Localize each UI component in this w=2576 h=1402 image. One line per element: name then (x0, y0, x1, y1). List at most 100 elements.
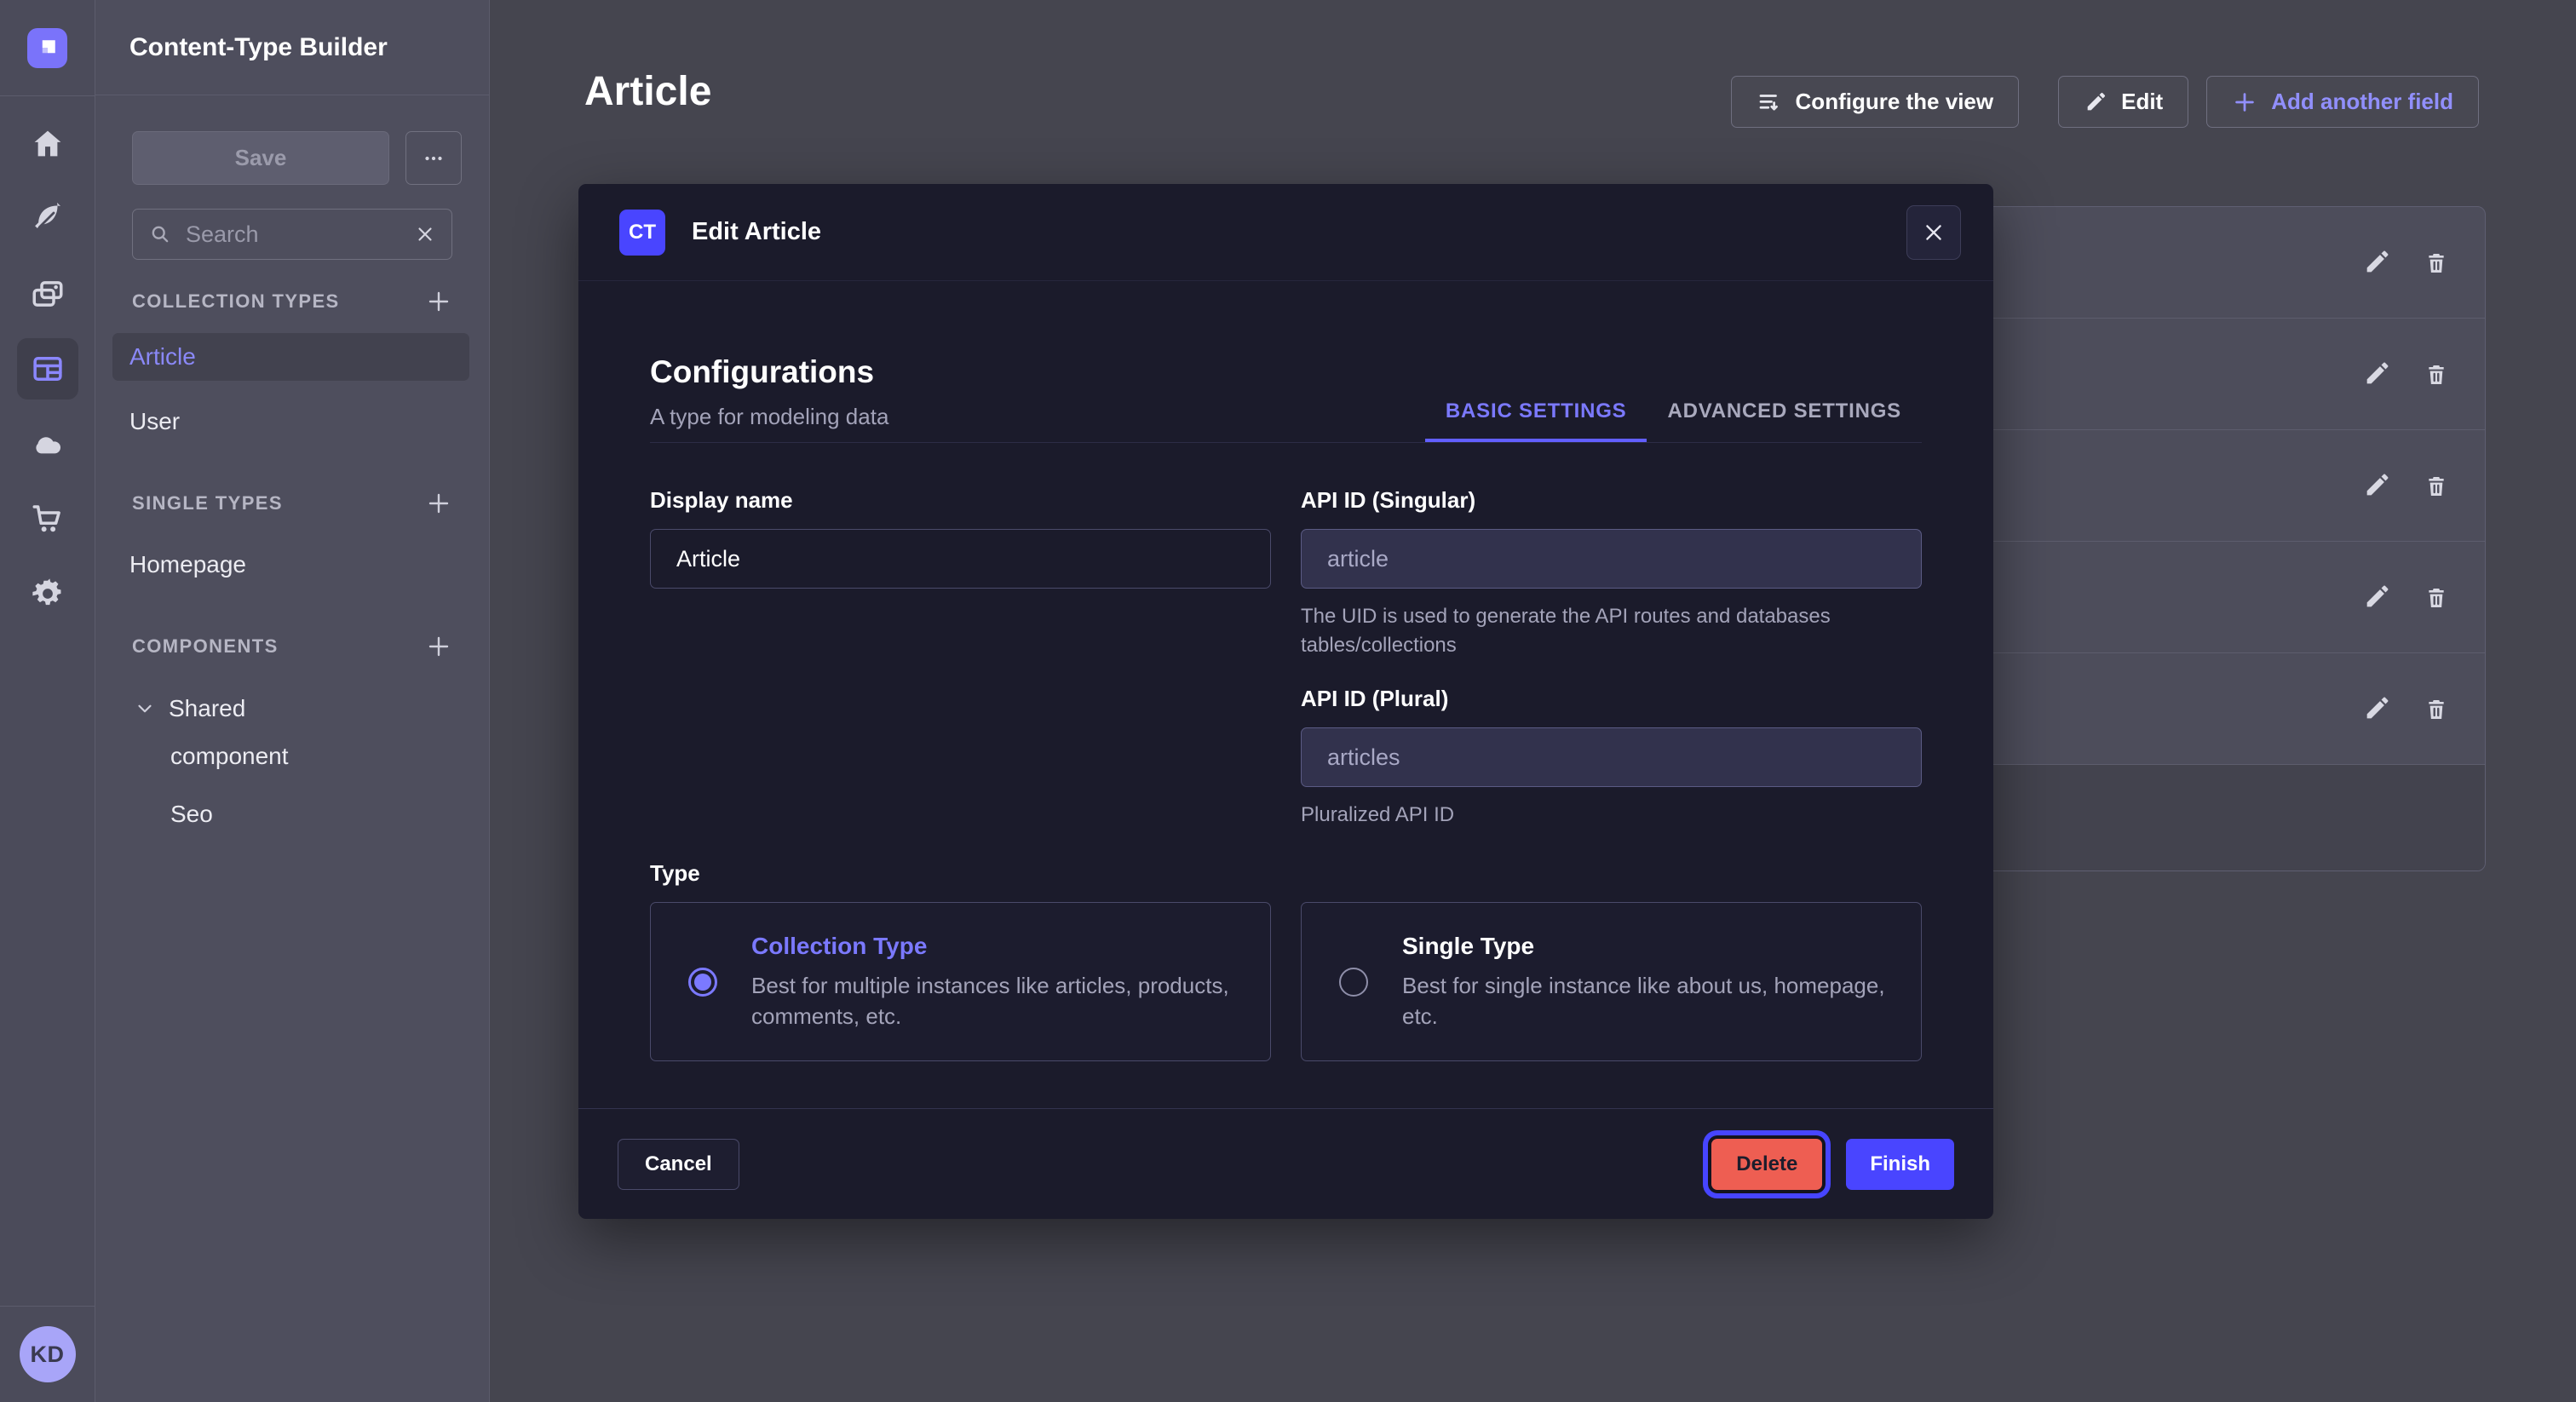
display-name-input[interactable] (650, 529, 1271, 589)
sidebar-group-shared[interactable]: Shared (95, 685, 489, 733)
plus-icon (425, 288, 452, 315)
user-avatar[interactable]: KD (20, 1326, 76, 1382)
display-name-label: Display name (650, 487, 1271, 514)
content-type-builder-sidebar: Content-Type Builder Save COLLECTION TYP… (95, 0, 490, 1402)
type-option-text: Collection Type Best for multiple instan… (751, 933, 1245, 1031)
more-button[interactable] (405, 131, 462, 185)
api-id-singular-field: API ID (Singular) The UID is used to gen… (1301, 487, 1922, 660)
components-label: COMPONENTS (132, 635, 279, 658)
footer-actions: Delete Finish (1711, 1139, 1954, 1190)
edit-field-pencil-icon[interactable] (2362, 359, 2391, 388)
page-title: Article (584, 68, 711, 115)
finish-button[interactable]: Finish (1846, 1139, 1954, 1190)
content-type-builder-icon[interactable] (17, 338, 78, 399)
settings-gear-icon[interactable] (17, 563, 78, 624)
sidebar-header: Content-Type Builder (95, 0, 489, 95)
configurations-heading-block: Configurations A type for modeling data (650, 354, 888, 442)
radio-unselected-icon[interactable] (1339, 968, 1368, 997)
single-types-section-header: SINGLE TYPES (132, 491, 452, 516)
nav-rail: KD (0, 0, 95, 1402)
save-button[interactable]: Save (132, 131, 389, 185)
add-collection-type-button[interactable] (425, 288, 452, 315)
sidebar-item-homepage[interactable]: Homepage (95, 541, 489, 589)
sidebar-item-component[interactable]: component (95, 733, 489, 780)
delete-field-trash-icon[interactable] (2423, 360, 2450, 388)
form-column-left: Display name (650, 487, 1271, 830)
type-options: Collection Type Best for multiple instan… (650, 902, 1922, 1061)
api-id-plural-label: API ID (Plural) (1301, 686, 1922, 712)
api-id-singular-hint: The UID is used to generate the API rout… (1301, 602, 1922, 660)
sidebar-item-user[interactable]: User (95, 398, 489, 445)
api-id-singular-input[interactable] (1301, 529, 1922, 589)
toolbar: Configure the view Edit Add another fiel… (1731, 76, 2479, 128)
collection-types-label: COLLECTION TYPES (132, 290, 340, 313)
sidebar-item-seo[interactable]: Seo (95, 790, 489, 838)
basic-settings-form: Display name API ID (Singular) The UID i… (650, 487, 1922, 830)
modal-header: CT Edit Article (578, 184, 1993, 281)
clear-search-icon[interactable] (414, 223, 436, 245)
configure-view-button[interactable]: Configure the view (1731, 76, 2020, 128)
save-row: Save (132, 131, 462, 185)
tab-basic-settings[interactable]: BASIC SETTINGS (1425, 399, 1647, 442)
pencil-icon (2084, 90, 2107, 114)
radio-selected-icon[interactable] (688, 968, 717, 997)
tabs-divider (650, 442, 1922, 443)
search-icon (148, 222, 172, 246)
add-single-type-button[interactable] (425, 490, 452, 517)
delete-field-trash-icon[interactable] (2423, 583, 2450, 611)
tab-advanced-settings[interactable]: ADVANCED SETTINGS (1647, 399, 1922, 442)
modal-body: Configurations A type for modeling data … (578, 281, 1993, 1061)
api-id-plural-field: API ID (Plural) Pluralized API ID (1301, 686, 1922, 830)
delete-field-trash-icon[interactable] (2423, 249, 2450, 276)
rail-footer: KD (0, 1306, 95, 1402)
collection-type-description: Best for multiple instances like article… (751, 970, 1245, 1031)
rail-header (0, 0, 95, 96)
delete-field-trash-icon[interactable] (2423, 695, 2450, 722)
add-another-field-label: Add another field (2271, 89, 2453, 115)
edit-field-pencil-icon[interactable] (2362, 471, 2391, 500)
modal-title: Edit Article (692, 218, 821, 246)
single-types-label: SINGLE TYPES (132, 492, 283, 514)
add-another-field-button[interactable]: Add another field (2206, 76, 2479, 128)
plus-icon (425, 490, 452, 517)
delete-field-trash-icon[interactable] (2423, 472, 2450, 499)
more-horizontal-icon (421, 146, 446, 171)
close-modal-button[interactable] (1906, 205, 1961, 260)
home-icon[interactable] (17, 113, 78, 175)
search-input[interactable] (184, 221, 402, 249)
close-icon (1923, 221, 1945, 244)
sidebar-item-article[interactable]: Article (112, 333, 469, 381)
strapi-logo[interactable] (27, 28, 67, 68)
edit-field-pencil-icon[interactable] (2362, 248, 2391, 277)
api-id-plural-hint: Pluralized API ID (1301, 801, 1922, 830)
media-library-icon[interactable] (17, 263, 78, 325)
single-type-title: Single Type (1402, 933, 1895, 960)
plus-icon (2232, 89, 2257, 115)
edit-button[interactable]: Edit (2058, 76, 2188, 128)
modal-footer: Cancel Delete Finish (578, 1108, 1993, 1219)
rail-nav (0, 95, 95, 638)
edit-field-pencil-icon[interactable] (2362, 583, 2391, 612)
edit-label: Edit (2121, 89, 2163, 115)
configurations-heading: Configurations (650, 354, 888, 390)
strapi-logo-icon (35, 35, 60, 60)
api-id-plural-input[interactable] (1301, 727, 1922, 787)
edit-field-pencil-icon[interactable] (2362, 694, 2391, 723)
api-id-singular-label: API ID (Singular) (1301, 487, 1922, 514)
settings-tabs: BASIC SETTINGS ADVANCED SETTINGS (1425, 399, 1922, 442)
single-type-description: Best for single instance like about us, … (1402, 970, 1895, 1031)
marketplace-cart-icon[interactable] (17, 488, 78, 549)
type-label: Type (650, 860, 1922, 887)
display-name-field: Display name (650, 487, 1271, 589)
shared-group-label: Shared (169, 695, 245, 722)
components-section-header: COMPONENTS (132, 634, 452, 659)
add-component-button[interactable] (425, 633, 452, 660)
content-manager-feather-icon[interactable] (17, 188, 78, 250)
cloud-icon[interactable] (17, 413, 78, 474)
type-option-collection-type[interactable]: Collection Type Best for multiple instan… (650, 902, 1271, 1061)
delete-button[interactable]: Delete (1711, 1139, 1822, 1190)
plugin-title: Content-Type Builder (129, 33, 388, 62)
type-option-single-type[interactable]: Single Type Best for single instance lik… (1301, 902, 1922, 1061)
cancel-button[interactable]: Cancel (618, 1139, 739, 1190)
configurations-subheading: A type for modeling data (650, 404, 888, 430)
